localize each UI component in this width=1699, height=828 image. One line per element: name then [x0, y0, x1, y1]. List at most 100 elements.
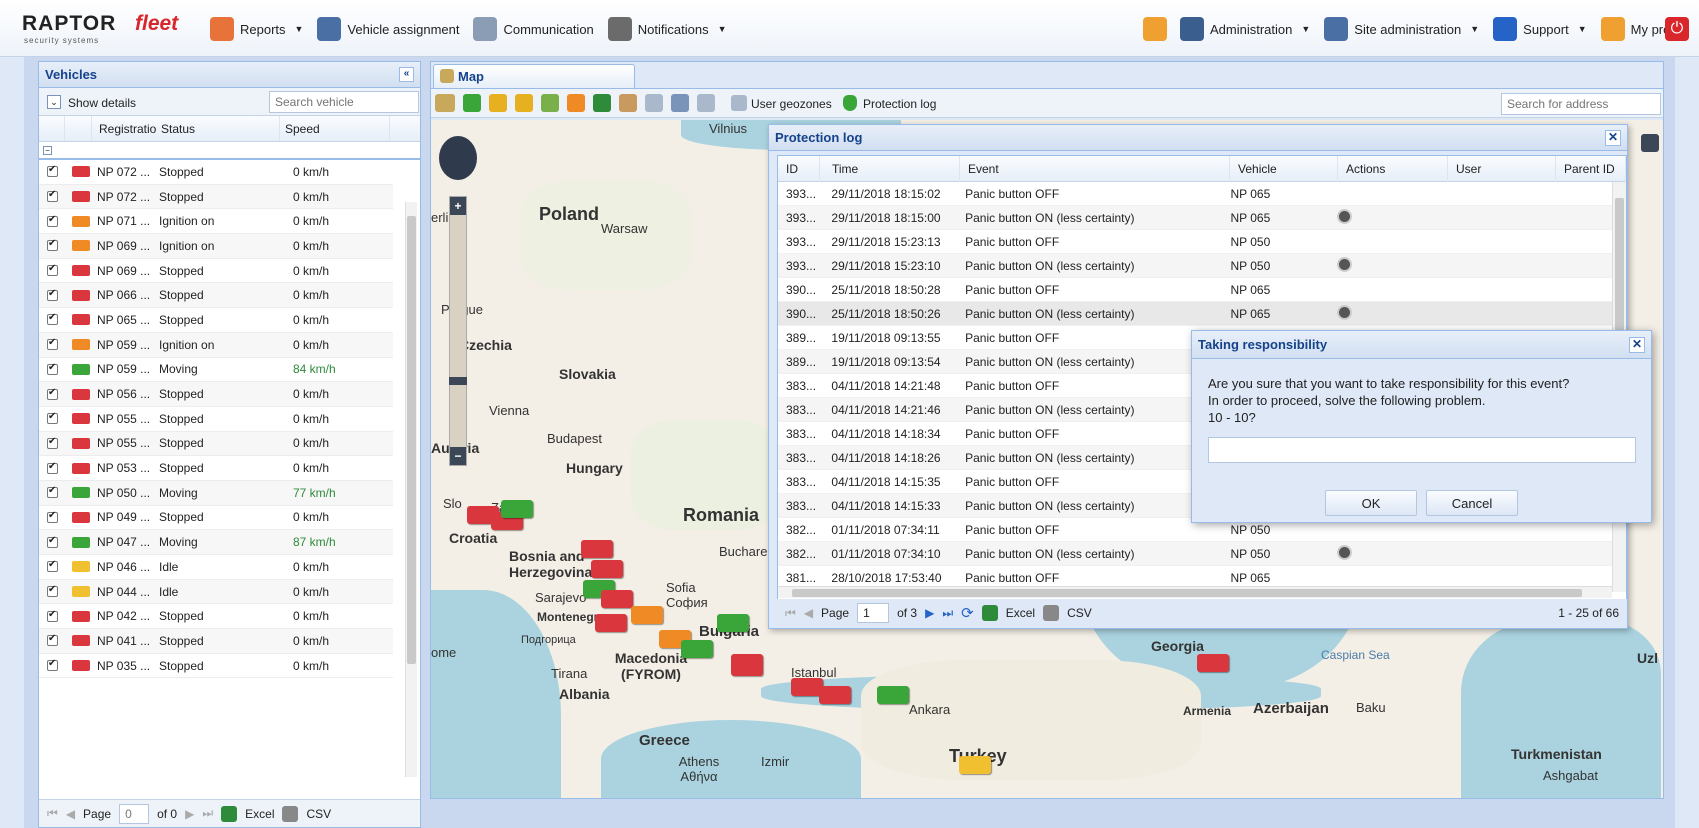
- row-checkbox[interactable]: [47, 461, 58, 474]
- ok-button[interactable]: OK: [1325, 490, 1417, 516]
- table-row[interactable]: NP 041 ... Stopped 0 km/h: [39, 629, 393, 654]
- dialog-header[interactable]: Taking responsibility ✕: [1192, 331, 1651, 359]
- table-row[interactable]: NP 072 ... Stopped 0 km/h: [39, 184, 393, 210]
- column-actions[interactable]: Actions: [1338, 156, 1448, 182]
- vehicles-scrollbar[interactable]: [405, 202, 417, 777]
- first-page-icon[interactable]: ⏮: [47, 806, 58, 821]
- take-responsibility-icon[interactable]: [1336, 304, 1352, 320]
- h-scrollbar-thumb[interactable]: [792, 589, 1582, 597]
- prev-page-icon[interactable]: ◀: [66, 807, 75, 821]
- next-page-icon[interactable]: ▶: [925, 606, 934, 620]
- row-checkbox[interactable]: [47, 164, 58, 178]
- column-speed[interactable]: Speed: [285, 122, 320, 136]
- map-tool-icon[interactable]: [541, 94, 559, 112]
- map-tool-icon[interactable]: [515, 94, 533, 112]
- column-vehicle[interactable]: Vehicle: [1230, 156, 1338, 182]
- raptor-fleet-logo[interactable]: RAPTOR fleet security systems: [22, 12, 192, 45]
- table-row[interactable]: NP 065 ... Stopped 0 km/h: [39, 308, 393, 333]
- table-row[interactable]: 393... 29/11/2018 18:15:02 Panic button …: [778, 182, 1612, 206]
- excel-icon[interactable]: [981, 605, 998, 621]
- refresh-icon[interactable]: ⟳: [961, 604, 974, 622]
- vehicle-marker[interactable]: [601, 590, 633, 608]
- row-checkbox[interactable]: [47, 584, 58, 598]
- menu-notifications[interactable]: Notifications ▼: [607, 17, 727, 41]
- table-row[interactable]: NP 044 ... Idle 0 km/h: [39, 579, 393, 605]
- menu-communication[interactable]: Communication: [473, 17, 594, 41]
- vehicle-marker[interactable]: [877, 686, 909, 704]
- row-checkbox[interactable]: [47, 387, 58, 400]
- user-geozones-icon[interactable]: [731, 95, 747, 111]
- row-checkbox[interactable]: [47, 214, 58, 227]
- csv-export-button[interactable]: CSV: [306, 807, 331, 821]
- horizontal-scrollbar[interactable]: [778, 586, 1612, 598]
- row-checkbox[interactable]: [47, 510, 58, 523]
- map-tool-icon[interactable]: [697, 94, 715, 112]
- show-details-toggle-icon[interactable]: ⌄: [47, 95, 61, 109]
- table-row[interactable]: NP 050 ... Moving 77 km/h: [39, 480, 393, 506]
- vehicle-marker[interactable]: [501, 500, 533, 518]
- zoom-slider[interactable]: + −: [449, 196, 467, 466]
- zoom-out-button[interactable]: −: [450, 447, 466, 465]
- search-address-input[interactable]: [1501, 93, 1661, 115]
- table-row[interactable]: NP 053 ... Stopped 0 km/h: [39, 456, 393, 481]
- table-row[interactable]: NP 049 ... Stopped 0 km/h: [39, 506, 393, 531]
- first-page-icon[interactable]: ⏮: [785, 606, 796, 621]
- table-row[interactable]: NP 069 ... Stopped 0 km/h: [39, 259, 393, 284]
- table-row[interactable]: NP 069 ... Ignition on 0 km/h: [39, 234, 393, 259]
- answer-input[interactable]: [1208, 437, 1636, 463]
- table-row[interactable]: NP 055 ... Stopped 0 km/h: [39, 431, 393, 457]
- table-row[interactable]: 393... 29/11/2018 18:15:00 Panic button …: [778, 206, 1612, 230]
- show-details-label[interactable]: Show details: [68, 96, 136, 110]
- column-user[interactable]: User: [1448, 156, 1556, 182]
- column-status[interactable]: Status: [161, 122, 195, 136]
- next-page-icon[interactable]: ▶: [185, 807, 194, 821]
- table-row[interactable]: 393... 29/11/2018 15:23:10 Panic button …: [778, 254, 1612, 278]
- cancel-button[interactable]: Cancel: [1426, 490, 1518, 516]
- table-row[interactable]: NP 042 ... Stopped 0 km/h: [39, 604, 393, 630]
- vehicle-marker[interactable]: [1197, 654, 1229, 672]
- page-number-input[interactable]: [857, 603, 890, 623]
- csv-export-button[interactable]: CSV: [1067, 606, 1092, 620]
- row-checkbox[interactable]: [47, 633, 58, 647]
- row-checkbox[interactable]: [47, 485, 58, 499]
- vehicle-marker[interactable]: [731, 654, 763, 676]
- map-tool-icon[interactable]: [645, 94, 663, 112]
- take-responsibility-icon[interactable]: [1336, 208, 1352, 224]
- lock-icon[interactable]: [1143, 17, 1167, 41]
- map-tool-icon[interactable]: [567, 94, 585, 112]
- table-row[interactable]: NP 056 ... Stopped 0 km/h: [39, 382, 393, 407]
- logout-icon[interactable]: ⏻: [1665, 17, 1689, 41]
- collapse-group-icon[interactable]: −: [43, 146, 52, 155]
- table-row[interactable]: NP 046 ... Idle 0 km/h: [39, 555, 393, 580]
- csv-icon[interactable]: [282, 805, 299, 822]
- row-checkbox[interactable]: [47, 535, 58, 548]
- excel-export-button[interactable]: Excel: [1006, 606, 1035, 620]
- table-row[interactable]: NP 047 ... Moving 87 km/h: [39, 530, 393, 555]
- table-row[interactable]: NP 035 ... Stopped 0 km/h: [39, 654, 393, 679]
- table-row[interactable]: NP 071 ... Ignition on 0 km/h: [39, 209, 393, 235]
- layers-icon[interactable]: [1641, 134, 1659, 152]
- vehicle-marker[interactable]: [631, 606, 663, 624]
- vehicle-marker[interactable]: [591, 560, 623, 578]
- row-checkbox[interactable]: [47, 436, 58, 449]
- table-row[interactable]: NP 059 ... Moving 84 km/h: [39, 358, 393, 383]
- map-tool-icon[interactable]: [671, 94, 689, 112]
- row-checkbox[interactable]: [47, 411, 58, 425]
- row-checkbox[interactable]: [47, 559, 58, 573]
- page-number-input[interactable]: [119, 803, 150, 824]
- table-row[interactable]: NP 072 ... Stopped 0 km/h: [39, 160, 393, 185]
- vehicle-marker[interactable]: [819, 686, 851, 704]
- protection-log-header[interactable]: Protection log ✕: [769, 125, 1627, 151]
- table-row[interactable]: 390... 25/11/2018 18:50:28 Panic button …: [778, 278, 1612, 302]
- tab-map[interactable]: Map: [433, 64, 635, 88]
- vehicle-marker[interactable]: [717, 614, 749, 632]
- map-tool-icon[interactable]: [489, 94, 507, 112]
- table-row[interactable]: 393... 29/11/2018 15:23:13 Panic button …: [778, 230, 1612, 254]
- column-registration[interactable]: Registratio: [99, 122, 156, 136]
- map-tool-icon[interactable]: [435, 94, 455, 112]
- vehicle-marker[interactable]: [581, 540, 613, 558]
- prev-page-icon[interactable]: ◀: [804, 606, 813, 620]
- vehicle-marker[interactable]: [959, 756, 991, 774]
- column-event[interactable]: Event: [960, 156, 1230, 182]
- csv-icon[interactable]: [1043, 605, 1060, 621]
